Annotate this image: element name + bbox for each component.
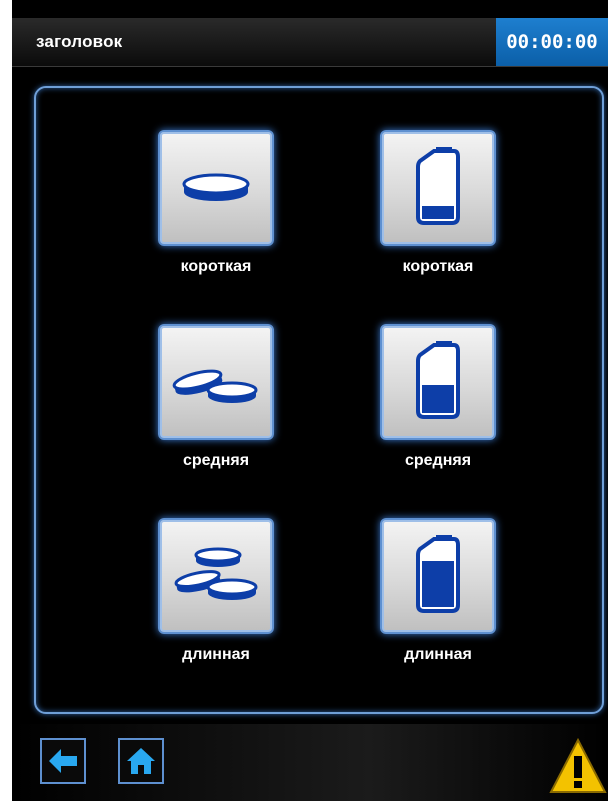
option-right-medium: средняя (358, 324, 518, 470)
single-dish-icon (182, 173, 250, 201)
canister-low-icon (416, 147, 460, 225)
app-screen: заголовок 00:00:00 короткая средняя длин… (12, 0, 608, 801)
option-label: короткая (402, 258, 474, 275)
option-right-short: короткая (358, 130, 518, 276)
option-label: средняя (182, 452, 250, 469)
two-dishes-icon (172, 369, 258, 403)
home-icon (127, 748, 155, 774)
arrow-left-icon (49, 749, 77, 773)
back-button[interactable] (40, 738, 86, 784)
medium-dish-button[interactable] (158, 324, 274, 440)
long-canister-button[interactable] (380, 518, 496, 634)
clock-display: 00:00:00 (496, 18, 608, 66)
warning-icon (549, 737, 607, 793)
footer-bar (12, 724, 608, 801)
medium-canister-button[interactable] (380, 324, 496, 440)
option-label: длинная (404, 646, 472, 663)
page-title: заголовок (36, 32, 123, 51)
option-label: длинная (182, 646, 250, 663)
home-button[interactable] (118, 738, 164, 784)
warning-indicator[interactable] (548, 736, 608, 796)
option-label: средняя (404, 452, 472, 469)
header-bar: заголовок 00:00:00 (12, 18, 608, 67)
option-left-long: длинная (136, 518, 296, 664)
long-dish-button[interactable] (158, 518, 274, 634)
short-canister-button[interactable] (380, 130, 496, 246)
option-label: короткая (180, 258, 252, 275)
canister-high-icon (416, 535, 460, 613)
option-left-short: короткая (136, 130, 296, 276)
selection-panel: короткая средняя длинная короткая средня… (34, 86, 604, 714)
canister-medium-icon (416, 341, 460, 419)
option-left-medium: средняя (136, 324, 296, 470)
three-dishes-icon (174, 547, 258, 600)
short-dish-button[interactable] (158, 130, 274, 246)
option-right-long: длинная (358, 518, 518, 664)
